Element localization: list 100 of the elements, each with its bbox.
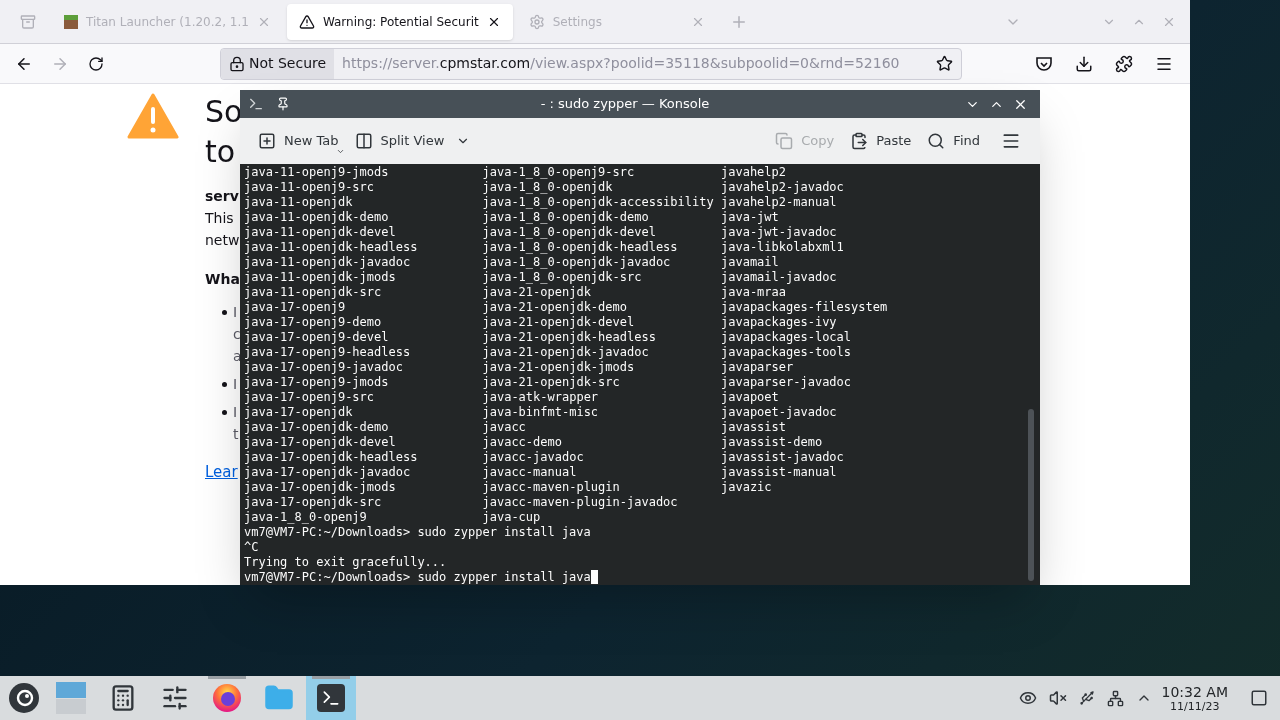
terminal-line: vm7@VM7-PC:~/Downloads> sudo zypper install java bbox=[244, 570, 591, 585]
terminal-line: javahelp2-manual bbox=[721, 195, 837, 210]
subheading-text: Wha bbox=[205, 270, 240, 289]
terminal-line: java-11-openjdk-src bbox=[244, 285, 382, 300]
tab-title: Warning: Potential Securit bbox=[322, 13, 479, 31]
clock[interactable]: 10:32 AM 11/11/23 bbox=[1161, 683, 1228, 713]
tab-title: Titan Launcher (1.20.2, 1.1 bbox=[86, 13, 249, 31]
terminal-icon bbox=[317, 684, 345, 712]
bookmark-star-icon[interactable] bbox=[936, 55, 953, 72]
terminal-line: javapackages-tools bbox=[721, 345, 852, 360]
terminal-line: java-17-openj9-javadoc bbox=[244, 360, 403, 375]
warning-icon bbox=[127, 93, 179, 139]
open-indicator bbox=[312, 676, 350, 679]
terminal-line: java-libkolabxml1 bbox=[721, 240, 844, 255]
terminal-line: java-mraa bbox=[721, 285, 787, 300]
terminal-line: java-jwt bbox=[721, 210, 779, 225]
terminal-line: javacc-demo bbox=[482, 435, 562, 450]
terminal-line: javamail-javadoc bbox=[721, 270, 837, 285]
search-icon bbox=[927, 132, 946, 150]
body-text: netw bbox=[205, 231, 240, 250]
paste-icon bbox=[850, 132, 869, 150]
terminal-line: java-1_8_0-openj9-src bbox=[482, 165, 635, 180]
puzzle-icon bbox=[1115, 54, 1133, 73]
eye-icon[interactable] bbox=[1018, 689, 1037, 707]
terminal-line: javacc-javadoc bbox=[482, 450, 584, 465]
copy-icon bbox=[775, 132, 794, 150]
terminal-line: java-11-openjdk-jmods bbox=[244, 270, 396, 285]
terminal-line: javapoet-javadoc bbox=[721, 405, 837, 420]
terminal-line: javassist-javadoc bbox=[721, 450, 844, 465]
toolbar-button[interactable]: New Tab bbox=[252, 124, 345, 158]
terminal-line: java-17-openj9-src bbox=[244, 390, 375, 405]
terminal-line: java-17-openj9-devel bbox=[244, 330, 389, 345]
terminal-line: javaparser bbox=[721, 360, 794, 375]
list-text: I bbox=[233, 403, 239, 422]
terminal-line: java-17-openjdk-jmods bbox=[244, 480, 396, 495]
url-text: https://server.cpmstar.com/view.aspx?poolid=35118&subpoolid=0&rnd=52160 bbox=[342, 54, 901, 73]
scrollbar-thumb[interactable] bbox=[1028, 409, 1034, 581]
square-icon bbox=[1250, 689, 1268, 707]
terminal-line: java-21-openjdk-demo bbox=[482, 300, 627, 315]
terminal-line: java-17-openj9-headless bbox=[244, 345, 411, 360]
list-text: a bbox=[233, 347, 242, 366]
list-text: I bbox=[233, 375, 238, 394]
terminal-line: java-binfmt-misc bbox=[482, 405, 599, 420]
address-bar[interactable]: Not Secure https://server.cpmstar.com/view.aspx?poolid=35118&subpoolid=0&rnd=52160 bbox=[220, 47, 962, 80]
window-title: - : sudo zypper — Konsole bbox=[539, 95, 711, 114]
toolbar-button[interactable]: Split View bbox=[348, 124, 477, 158]
split-view-icon bbox=[354, 132, 373, 150]
list-text: t bbox=[233, 425, 239, 444]
browser-logo-icon bbox=[212, 683, 242, 713]
terminal-line: java-17-openj9-demo bbox=[244, 315, 382, 330]
terminal-line: javapackages-ivy bbox=[721, 315, 837, 330]
terminal-line: java-17-openj9-jmods bbox=[244, 375, 389, 390]
terminal-line: java-17-openjdk-devel bbox=[244, 435, 396, 450]
body-text: This bbox=[205, 209, 235, 228]
reload-icon bbox=[88, 55, 104, 72]
terminal-line: vm7@VM7-PC:~/Downloads> sudo zypper install java bbox=[244, 525, 591, 540]
security-label: Not Secure bbox=[249, 54, 327, 73]
terminal-line: javaparser-javadoc bbox=[721, 375, 852, 390]
start-menu-icon bbox=[8, 682, 40, 714]
sliders-icon bbox=[161, 684, 189, 712]
pin-icon[interactable] bbox=[276, 97, 290, 111]
learn-link[interactable]: Lear bbox=[205, 461, 240, 484]
toolbar-button[interactable]: Find bbox=[921, 124, 986, 158]
terminal-line: javahelp2 bbox=[721, 165, 787, 180]
tab-title: Settings bbox=[552, 13, 603, 31]
terminal-line: java-21-openjdk-javadoc bbox=[482, 345, 649, 360]
terminal-line: java-jwt-javadoc bbox=[721, 225, 837, 240]
terminal-line: javacc-maven-plugin bbox=[482, 480, 620, 495]
desktop-pager-icon bbox=[56, 682, 86, 714]
terminal-line: javapackages-local bbox=[721, 330, 852, 345]
new-tab-icon bbox=[258, 132, 276, 150]
bullet-icon bbox=[222, 382, 227, 387]
terminal-icon bbox=[248, 96, 264, 112]
terminal-line: java-atk-wrapper bbox=[482, 390, 599, 405]
browser-tab[interactable]: Warning: Potential Securit bbox=[286, 3, 513, 40]
terminal-line: java-21-openjdk-src bbox=[482, 375, 620, 390]
terminal-line: java-1_8_0-openjdk-devel bbox=[482, 225, 656, 240]
open-indicator bbox=[208, 676, 246, 679]
terminal-line: javazic bbox=[721, 480, 772, 495]
volume-muted-icon[interactable] bbox=[1048, 689, 1067, 707]
grass-block-icon bbox=[64, 14, 78, 29]
terminal-line: javacc-maven-plugin-javadoc bbox=[482, 495, 678, 510]
terminal-line: java-17-openjdk-demo bbox=[244, 420, 389, 435]
terminal-line: javapackages-filesystem bbox=[721, 300, 888, 315]
menu-icon bbox=[1001, 131, 1021, 151]
settings-icon bbox=[528, 13, 545, 30]
terminal-line: javacc bbox=[482, 420, 526, 435]
list-text: c bbox=[233, 325, 242, 344]
terminal-line: java-cup bbox=[482, 510, 541, 525]
terminal-line: java-1_8_0-openjdk-demo bbox=[482, 210, 649, 225]
heading-text: to bbox=[205, 133, 237, 171]
toolbar-button[interactable]: Paste bbox=[844, 124, 918, 158]
terminal-line: java-1_8_0-openj9 bbox=[244, 510, 367, 525]
terminal-line: javamail bbox=[721, 255, 779, 270]
pocket-icon bbox=[1035, 55, 1053, 72]
usb-icon[interactable] bbox=[1078, 690, 1095, 706]
network-icon[interactable] bbox=[1106, 689, 1124, 707]
taskbar-app[interactable] bbox=[306, 676, 356, 720]
terminal-line: java-1_8_0-openjdk bbox=[482, 180, 613, 195]
terminal-line: java-17-openjdk-javadoc bbox=[244, 465, 411, 480]
